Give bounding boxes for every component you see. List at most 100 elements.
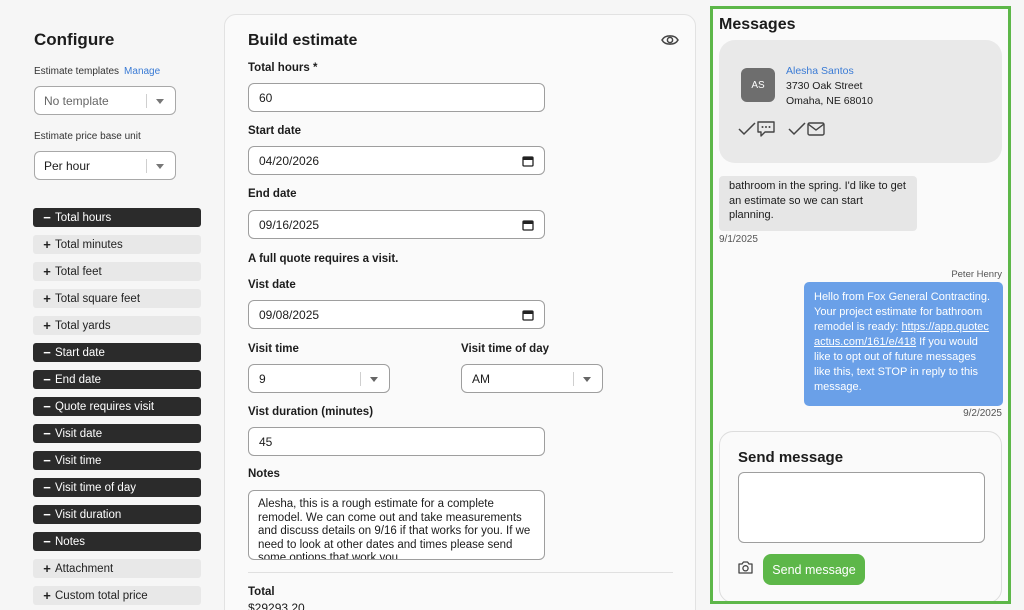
template-select-value: No template [44,93,109,108]
field-toggle-label: Visit time of day [55,481,136,494]
field-toggle-chip[interactable]: + Total yards [33,316,201,335]
build-estimate-card: Build estimate Total hours * 60 Start da… [224,14,696,610]
eye-icon[interactable] [661,33,679,47]
messages-panel: Messages AS Alesha Santos 3730 Oak Stree… [710,6,1011,604]
select-separator [146,159,147,173]
notes-label: Notes [248,468,280,480]
minus-icon: − [43,210,51,225]
field-toggle-label: Quote requires visit [55,400,155,413]
field-toggle-chip[interactable]: − Visit duration [33,505,201,524]
field-toggle-chip[interactable]: + Total minutes [33,235,201,254]
field-toggle-label: Visit time [55,454,102,467]
end-date-value: 09/16/2025 [259,217,320,232]
select-separator [573,372,574,386]
price-unit-value: Per hour [44,158,91,173]
visit-time-of-day-select[interactable]: AM [461,364,603,393]
visit-time-of-day-label: Visit time of day [461,343,549,355]
field-toggle-chip[interactable]: + Total feet [33,262,201,281]
outgoing-message: Hello from Fox General Contracting. Your… [804,282,1003,406]
visit-duration-input[interactable]: 45 [248,427,545,456]
field-toggle-chip[interactable]: − Notes [33,532,201,551]
plus-icon: + [43,264,51,279]
message-textarea[interactable] [738,472,985,543]
camera-icon[interactable] [737,560,754,575]
send-message-title: Send message [738,449,844,466]
chevron-down-icon [583,377,591,382]
start-date-input[interactable]: 04/20/2026 [248,146,545,175]
end-date-label: End date [248,188,297,200]
plus-icon: + [43,588,51,603]
field-toggle-label: Visit date [55,427,103,440]
total-hours-value: 60 [259,90,273,105]
plus-icon: + [43,561,51,576]
send-message-button[interactable]: Send message [763,554,865,585]
contact-street: 3730 Oak Street [786,80,863,92]
select-separator [360,372,361,386]
field-toggle-chip[interactable]: − Quote requires visit [33,397,201,416]
minus-icon: − [43,507,51,522]
field-toggle-chip[interactable]: − End date [33,370,201,389]
contact-card: AS Alesha Santos 3730 Oak Street Omaha, … [719,40,1002,163]
build-estimate-title: Build estimate [248,32,358,49]
field-toggle-chip[interactable]: − Visit date [33,424,201,443]
calendar-icon[interactable] [522,219,534,231]
calendar-icon[interactable] [522,309,534,321]
contact-channels [738,120,826,138]
visit-time-of-day-value: AM [472,371,490,386]
minus-icon: − [43,534,51,549]
email-icon[interactable] [806,121,826,137]
notes-textarea[interactable]: Alesha, this is a rough estimate for a c… [248,490,545,560]
outgoing-message-date: 9/2/2025 [963,408,1002,419]
minus-icon: − [43,480,51,495]
minus-icon: − [43,372,51,387]
field-toggle-chip[interactable]: − Total hours [33,208,201,227]
field-toggle-label: End date [55,373,102,386]
field-toggle-chip[interactable]: − Start date [33,343,201,362]
start-date-label: Start date [248,125,302,137]
template-select[interactable]: No template [34,86,176,115]
visit-date-value: 09/08/2025 [259,307,320,322]
plus-icon: + [43,291,51,306]
visit-time-select[interactable]: 9 [248,364,390,393]
plus-icon: + [43,318,51,333]
minus-icon: − [43,345,51,360]
calendar-icon[interactable] [522,155,534,167]
field-toggle-label: Total feet [55,265,102,278]
incoming-message-date: 9/1/2025 [719,234,758,245]
messages-title: Messages [719,16,796,33]
outgoing-sender-name: Peter Henry [951,269,1002,280]
checkmark-icon [738,122,756,136]
total-label: Total [248,586,275,598]
contact-name-link[interactable]: Alesha Santos [786,65,854,77]
field-toggle-label: Visit duration [55,508,122,521]
field-toggle-chip[interactable]: + Custom total price [33,586,201,605]
total-hours-label: Total hours * [248,62,318,74]
field-toggle-label: Start date [55,346,105,359]
minus-icon: − [43,399,51,414]
section-divider [248,572,673,573]
visit-time-label: Visit time [248,343,299,355]
configure-title: Configure [34,30,115,49]
end-date-input[interactable]: 09/16/2025 [248,210,545,239]
visit-date-label: Vist date [248,279,296,291]
visit-time-value: 9 [259,371,266,386]
visit-duration-value: 45 [259,434,273,449]
price-unit-select[interactable]: Per hour [34,151,176,180]
send-message-card: Send message Send message [719,431,1002,601]
field-toggle-chip[interactable]: − Visit time [33,451,201,470]
sms-chat-icon[interactable] [756,120,776,138]
field-toggle-label: Notes [55,535,86,548]
field-toggle-chip[interactable]: + Attachment [33,559,201,578]
minus-icon: − [43,453,51,468]
chevron-down-icon [370,377,378,382]
field-toggle-label: Total yards [55,319,111,332]
total-hours-input[interactable]: 60 [248,83,545,112]
total-value: $29293.20 [248,601,305,610]
visit-date-input[interactable]: 09/08/2025 [248,300,545,329]
start-date-value: 04/20/2026 [259,153,320,168]
plus-icon: + [43,237,51,252]
manage-link[interactable]: Manage [124,66,160,77]
field-toggle-chip[interactable]: + Total square feet [33,289,201,308]
chevron-down-icon [156,164,164,169]
field-toggle-chip[interactable]: − Visit time of day [33,478,201,497]
